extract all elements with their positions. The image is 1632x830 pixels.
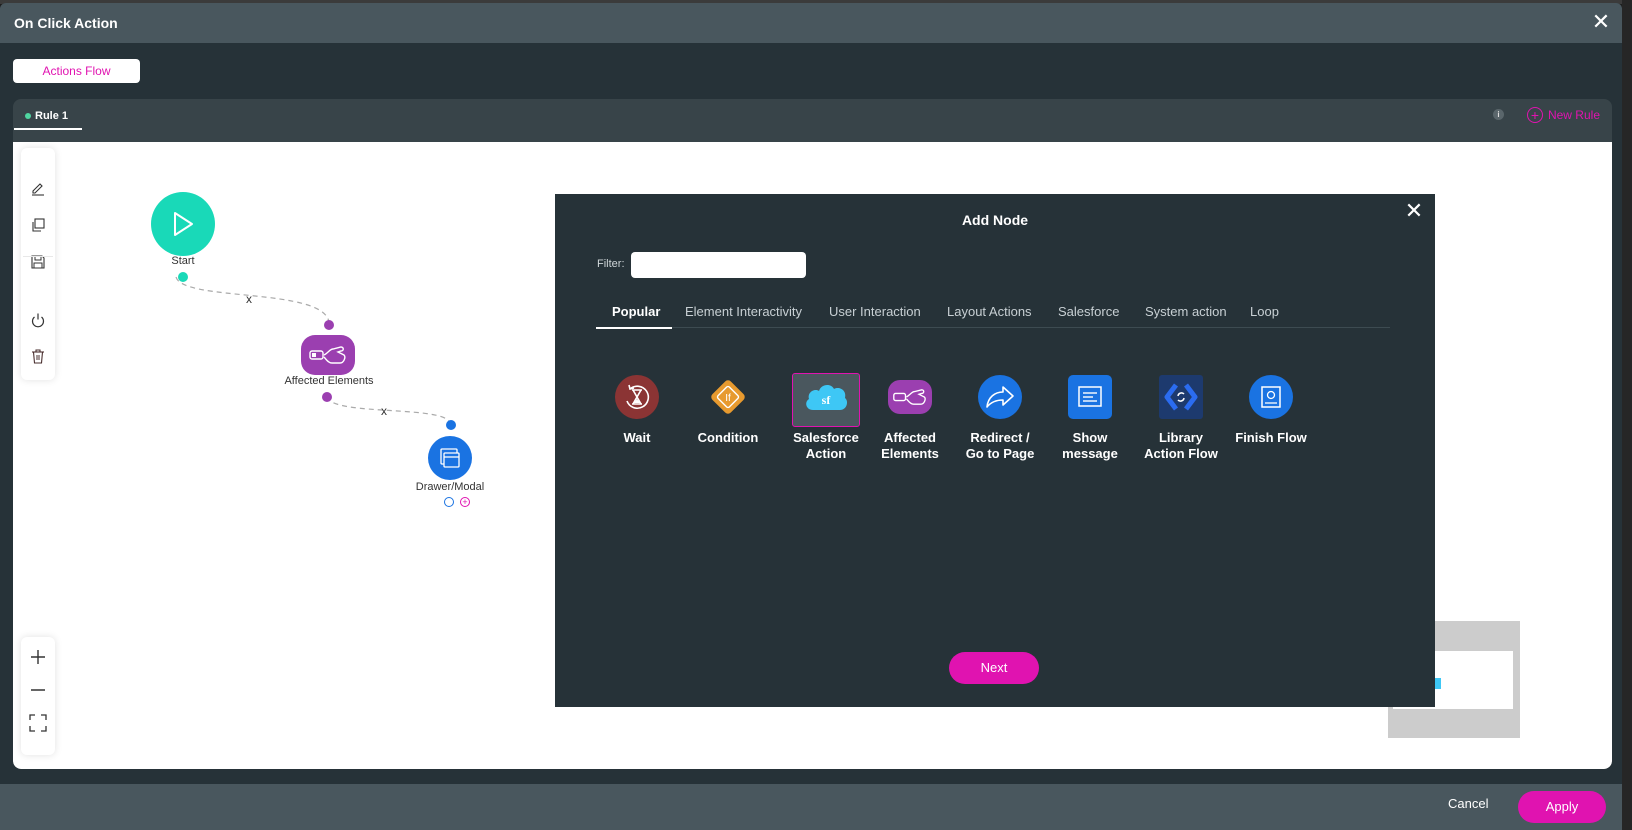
edge-affected-drawer <box>326 396 451 426</box>
close-icon[interactable]: ✕ <box>1403 200 1425 222</box>
tab-popular[interactable]: Popular <box>612 304 660 319</box>
node-option-label: Library Action Flow <box>1144 430 1218 461</box>
window-icon <box>440 448 460 468</box>
active-tab-underline <box>14 128 82 130</box>
tab-loop[interactable]: Loop <box>1250 304 1279 319</box>
node-option-redirect[interactable]: Redirect / Go to Page <box>960 374 1040 462</box>
svg-text:sf: sf <box>822 393 832 407</box>
filter-label: Filter: <box>597 258 625 270</box>
share-arrow-icon <box>978 375 1022 419</box>
close-icon[interactable]: ✕ <box>1590 11 1612 33</box>
drawer-node-label: Drawer/Modal <box>415 481 485 493</box>
zoom-out-icon[interactable] <box>28 680 48 700</box>
active-tab-underline <box>596 327 672 329</box>
tab-element-interactivity[interactable]: Element Interactivity <box>685 304 802 319</box>
affected-input-port[interactable] <box>324 320 334 330</box>
svg-text:If: If <box>725 393 731 404</box>
rule-status-dot <box>25 113 31 119</box>
node-option-finish-flow[interactable]: Finish Flow <box>1231 374 1311 446</box>
node-option-label: Finish Flow <box>1235 430 1307 445</box>
node-option-label: Salesforce Action <box>793 430 859 461</box>
on-click-action-modal: On Click Action ✕ Actions Flow Rule 1 i … <box>0 3 1622 830</box>
cancel-button[interactable]: Cancel <box>1448 796 1488 811</box>
node-option-label: Wait <box>623 430 651 445</box>
modal-header: On Click Action ✕ <box>0 3 1622 43</box>
zoom-in-icon[interactable] <box>28 647 48 667</box>
background-edge <box>1622 0 1632 830</box>
node-category-tabs: Popular Element Interactivity User Inter… <box>596 304 1390 329</box>
add-node-dialog: Add Node ✕ Filter: Popular Element Inter… <box>555 194 1435 707</box>
node-option-wait[interactable]: Wait <box>597 374 677 446</box>
library-code-icon <box>1159 375 1203 419</box>
affected-output-port[interactable] <box>322 392 332 402</box>
info-icon[interactable]: i <box>1493 109 1504 120</box>
tab-layout-actions[interactable]: Layout Actions <box>947 304 1032 319</box>
node-option-condition[interactable]: If Condition <box>688 374 768 446</box>
edge-delete-1[interactable]: x <box>246 292 252 306</box>
modal-footer: Cancel Apply <box>0 784 1622 830</box>
node-option-affected-elements[interactable]: Affected Elements <box>870 374 950 462</box>
affected-elements-node[interactable] <box>301 335 355 375</box>
play-icon <box>174 212 193 236</box>
node-option-show-message[interactable]: Show message <box>1050 374 1130 462</box>
add-node-plus-icon[interactable]: + <box>460 497 470 507</box>
rule-tab-label: Rule 1 <box>35 110 69 122</box>
start-node-label: Start <box>171 255 195 267</box>
edge-start-affected <box>175 276 330 323</box>
tab-user-interaction[interactable]: User Interaction <box>829 304 921 319</box>
apply-button[interactable]: Apply <box>1518 791 1606 823</box>
modal-title: On Click Action <box>14 15 118 31</box>
node-option-label: Affected Elements <box>881 430 939 461</box>
edge-delete-2[interactable]: x <box>381 404 387 418</box>
if-diamond-icon: If <box>711 380 745 414</box>
node-option-library-action-flow[interactable]: Library Action Flow <box>1141 374 1221 462</box>
next-button[interactable]: Next <box>949 652 1039 684</box>
tab-salesforce[interactable]: Salesforce <box>1058 304 1119 319</box>
start-output-port[interactable] <box>178 272 188 282</box>
node-option-label: Condition <box>697 430 759 445</box>
hourglass-icon <box>615 375 659 419</box>
start-node[interactable] <box>151 192 215 256</box>
salesforce-cloud-icon: sf <box>806 385 848 410</box>
finish-icon <box>1249 375 1293 419</box>
node-option-label: Redirect / Go to Page <box>965 430 1035 461</box>
message-icon <box>1068 375 1112 419</box>
drawer-input-port[interactable] <box>446 420 456 430</box>
actions-flow-tab[interactable]: Actions Flow <box>13 59 140 83</box>
drawer-output-port[interactable] <box>444 497 454 507</box>
node-option-salesforce-action[interactable]: sf Salesforce Action <box>786 374 866 462</box>
zoom-controls <box>21 637 55 755</box>
plus-circle-icon: + <box>1526 107 1543 123</box>
add-node-title: Add Node <box>961 212 1029 228</box>
hand-tap-icon <box>893 389 926 405</box>
affected-node-label: Affected Elements <box>284 375 374 387</box>
new-rule-label: New Rule <box>1547 108 1600 122</box>
fit-screen-icon[interactable] <box>28 713 48 733</box>
filter-input[interactable] <box>631 252 806 278</box>
drawer-modal-node[interactable] <box>428 436 472 480</box>
new-rule-button[interactable]: + New Rule <box>1526 107 1600 123</box>
hand-tap-icon <box>309 346 346 364</box>
tab-system-action[interactable]: System action <box>1145 304 1227 319</box>
node-option-label: Show message <box>1062 430 1118 461</box>
